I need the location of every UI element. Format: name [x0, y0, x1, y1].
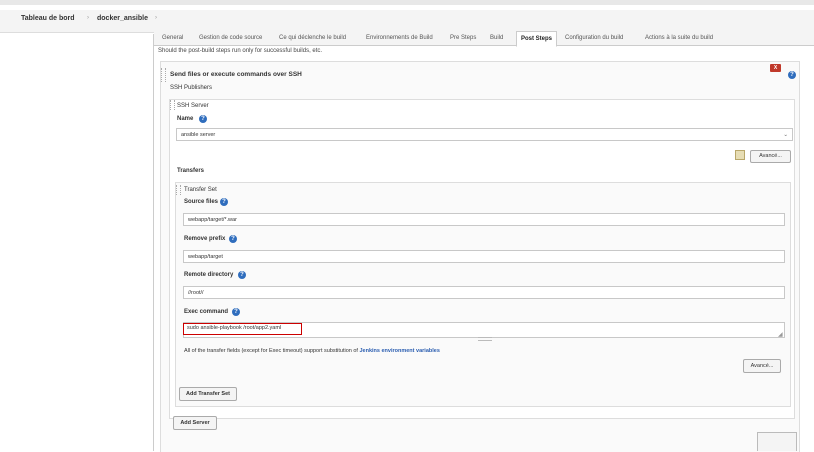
notepad-icon	[735, 150, 745, 160]
ssh-publishers-label: SSH Publishers	[170, 85, 213, 91]
drag-handle-icon[interactable]	[161, 68, 166, 82]
server-name-select[interactable]: ansible server ⌄	[176, 128, 793, 141]
tab-triggers[interactable]: Ce qui déclenche le build	[275, 31, 350, 45]
tab-build-env[interactable]: Environnements de Build	[362, 31, 437, 45]
ssh-server-label: SSH Server	[177, 103, 209, 109]
tab-post-steps[interactable]: Post Steps	[516, 31, 558, 47]
transfer-advanced-button[interactable]: Avancé...	[743, 359, 781, 373]
help-icon[interactable]: ?	[229, 235, 237, 243]
add-server-button[interactable]: Add Server	[173, 416, 217, 430]
help-icon[interactable]: ?	[232, 308, 240, 316]
drag-handle-icon[interactable]	[170, 100, 175, 110]
remote-directory-label: Remote directory	[184, 272, 234, 278]
chevron-down-icon: ⌄	[783, 132, 788, 138]
transfers-label: Transfers	[177, 168, 205, 174]
tab-pre-steps[interactable]: Pre Steps	[446, 31, 480, 45]
textarea-resize-grip[interactable]	[478, 337, 492, 341]
help-icon[interactable]: ?	[199, 115, 207, 123]
tab-post-build-actions[interactable]: Actions à la suite du build	[641, 31, 717, 45]
ssh-section-title: Send files or execute commands over SSH	[170, 71, 302, 78]
remove-prefix-input[interactable]: webapp/target	[183, 250, 785, 263]
sidebar	[10, 34, 154, 451]
exec-command-label: Exec command	[184, 309, 229, 315]
partial-button[interactable]	[757, 432, 797, 451]
delete-step-button[interactable]: X	[770, 64, 781, 72]
add-transfer-set-button[interactable]: Add Transfer Set	[179, 387, 237, 401]
help-icon[interactable]: ?	[788, 71, 796, 79]
advanced-button[interactable]: Avancé...	[750, 150, 791, 163]
top-strip	[0, 0, 814, 5]
drag-handle-icon[interactable]	[176, 185, 181, 195]
tab-scm[interactable]: Gestion de code source	[195, 31, 266, 45]
env-vars-link[interactable]: Jenkins environment variables	[359, 348, 439, 354]
source-files-label: Source files	[184, 199, 219, 205]
breadcrumb-chevron-icon[interactable]: ›	[155, 15, 157, 21]
source-files-input[interactable]: webapp/target/*.war	[183, 213, 785, 226]
transfer-set-title: Transfer Set	[184, 187, 217, 193]
tab-general[interactable]: General	[158, 31, 187, 45]
name-label: Name	[177, 116, 194, 122]
help-icon[interactable]: ?	[238, 271, 246, 279]
server-name-value: ansible server	[181, 132, 216, 138]
exec-command-value[interactable]: sudo ansible-playbook /root/app2.yaml	[183, 323, 302, 335]
breadcrumb-job[interactable]: docker_ansible	[97, 15, 148, 22]
env-vars-note: All of the transfer fields (except for E…	[184, 348, 440, 354]
breadcrumb-home[interactable]: Tableau de bord	[21, 15, 75, 22]
post-steps-hint: Should the post-build steps run only for…	[158, 48, 323, 54]
help-icon[interactable]: ?	[220, 198, 228, 206]
breadcrumb-separator-icon: ›	[87, 15, 89, 21]
tab-build-settings[interactable]: Configuration du build	[561, 31, 627, 45]
tab-build[interactable]: Build	[486, 31, 507, 45]
remote-directory-input[interactable]: //root//	[183, 286, 785, 299]
env-vars-note-text: All of the transfer fields (except for E…	[184, 348, 358, 354]
remove-prefix-label: Remove prefix	[184, 236, 226, 242]
resize-corner-icon[interactable]: ◢	[778, 331, 783, 338]
